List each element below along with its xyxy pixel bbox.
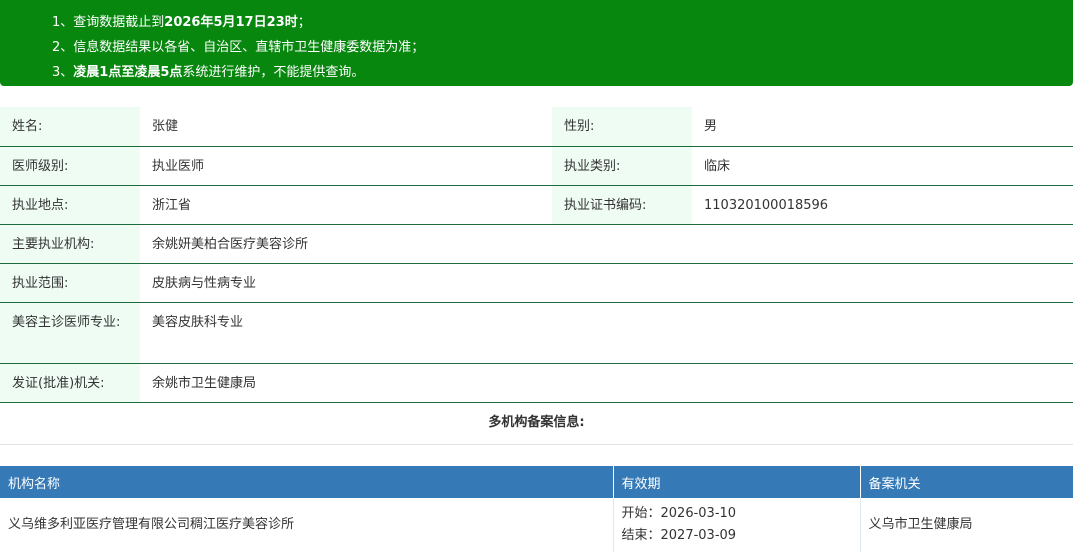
info-row: 姓名: 张健 性别: 男	[0, 107, 1073, 147]
scope-value: 皮肤病与性病专业	[140, 263, 1073, 303]
multi-institution-title: 多机构备案信息:	[0, 402, 1073, 445]
doctor-info-table: 姓名: 张健 性别: 男 医师级别: 执业医师 执业类别: 临床 执业地点: 浙…	[0, 107, 1073, 403]
gender-label: 性别:	[552, 107, 692, 147]
gender-value: 男	[692, 107, 1073, 147]
notice-line-3: 3、凌晨1点至凌晨5点系统进行维护，不能提供查询。	[52, 60, 1073, 85]
level-value: 执业医师	[140, 146, 552, 186]
cosmetic-specialty-label: 美容主诊医师专业:	[0, 302, 140, 364]
table-row: 义乌维多利亚医疗管理有限公司稠江医疗美容诊所 开始：2026-03-10 结束：…	[0, 498, 1073, 552]
location-value: 浙江省	[140, 185, 552, 225]
cosmetic-specialty-value: 美容皮肤科专业	[140, 302, 1073, 364]
scope-label: 执业范围:	[0, 263, 140, 303]
row-period: 开始：2026-03-10 结束：2027-03-09	[613, 498, 861, 552]
issuer-value: 余姚市卫生健康局	[140, 363, 1073, 403]
info-row: 发证(批准)机关: 余姚市卫生健康局	[0, 363, 1073, 403]
notice-highlight: 凌晨1点至凌晨5点	[73, 65, 183, 80]
level-label: 医师级别:	[0, 146, 140, 186]
period-end: 结束：2027-03-09	[621, 528, 737, 543]
location-label: 执业地点:	[0, 185, 140, 225]
category-value: 临床	[692, 146, 1073, 186]
table-header-row: 机构名称 有效期 备案机关	[0, 466, 1073, 498]
name-label: 姓名:	[0, 107, 140, 147]
row-authority: 义乌市卫生健康局	[868, 517, 973, 532]
info-row: 美容主诊医师专业: 美容皮肤科专业	[0, 302, 1073, 364]
notice-line-1: 1、查询数据截止到2026年5月17日23时；	[52, 10, 1073, 35]
institution-value: 余姚妍美柏合医疗美容诊所	[140, 224, 1073, 264]
header-org: 机构名称	[0, 466, 614, 498]
info-row: 主要执业机构: 余姚妍美柏合医疗美容诊所	[0, 224, 1073, 264]
notice-text: 1、查询数据截止到	[52, 15, 165, 30]
notice-text: 系统进行维护，不能提供查询。	[182, 65, 365, 80]
issuer-label: 发证(批准)机关:	[0, 363, 140, 403]
name-value: 张健	[140, 107, 552, 147]
notice-text: 2、信息数据结果以各省、自治区、直辖市卫生健康委数据为准；	[52, 40, 425, 55]
period-start: 开始：2026-03-10	[621, 506, 737, 521]
notice-banner: 1、查询数据截止到2026年5月17日23时； 2、信息数据结果以各省、自治区、…	[0, 0, 1073, 86]
info-row: 执业地点: 浙江省 执业证书编码: 110320100018596	[0, 185, 1073, 225]
notice-highlight: 2026年5月17日23时	[164, 15, 298, 30]
notice-text: ；	[297, 15, 311, 30]
notice-text: 3、	[52, 65, 74, 80]
header-period: 有效期	[613, 466, 861, 498]
cert-number-label: 执业证书编码:	[552, 185, 692, 225]
info-row: 执业范围: 皮肤病与性病专业	[0, 263, 1073, 303]
institution-label: 主要执业机构:	[0, 224, 140, 264]
multi-institution-table: 机构名称 有效期 备案机关 义乌维多利亚医疗管理有限公司稠江医疗美容诊所 开始：…	[0, 466, 1073, 552]
notice-line-2: 2、信息数据结果以各省、自治区、直辖市卫生健康委数据为准；	[52, 35, 1073, 60]
header-authority: 备案机关	[860, 466, 1073, 498]
cert-number-value: 110320100018596	[692, 185, 1073, 225]
info-row: 医师级别: 执业医师 执业类别: 临床	[0, 146, 1073, 186]
category-label: 执业类别:	[552, 146, 692, 186]
row-org: 义乌维多利亚医疗管理有限公司稠江医疗美容诊所	[0, 498, 614, 552]
